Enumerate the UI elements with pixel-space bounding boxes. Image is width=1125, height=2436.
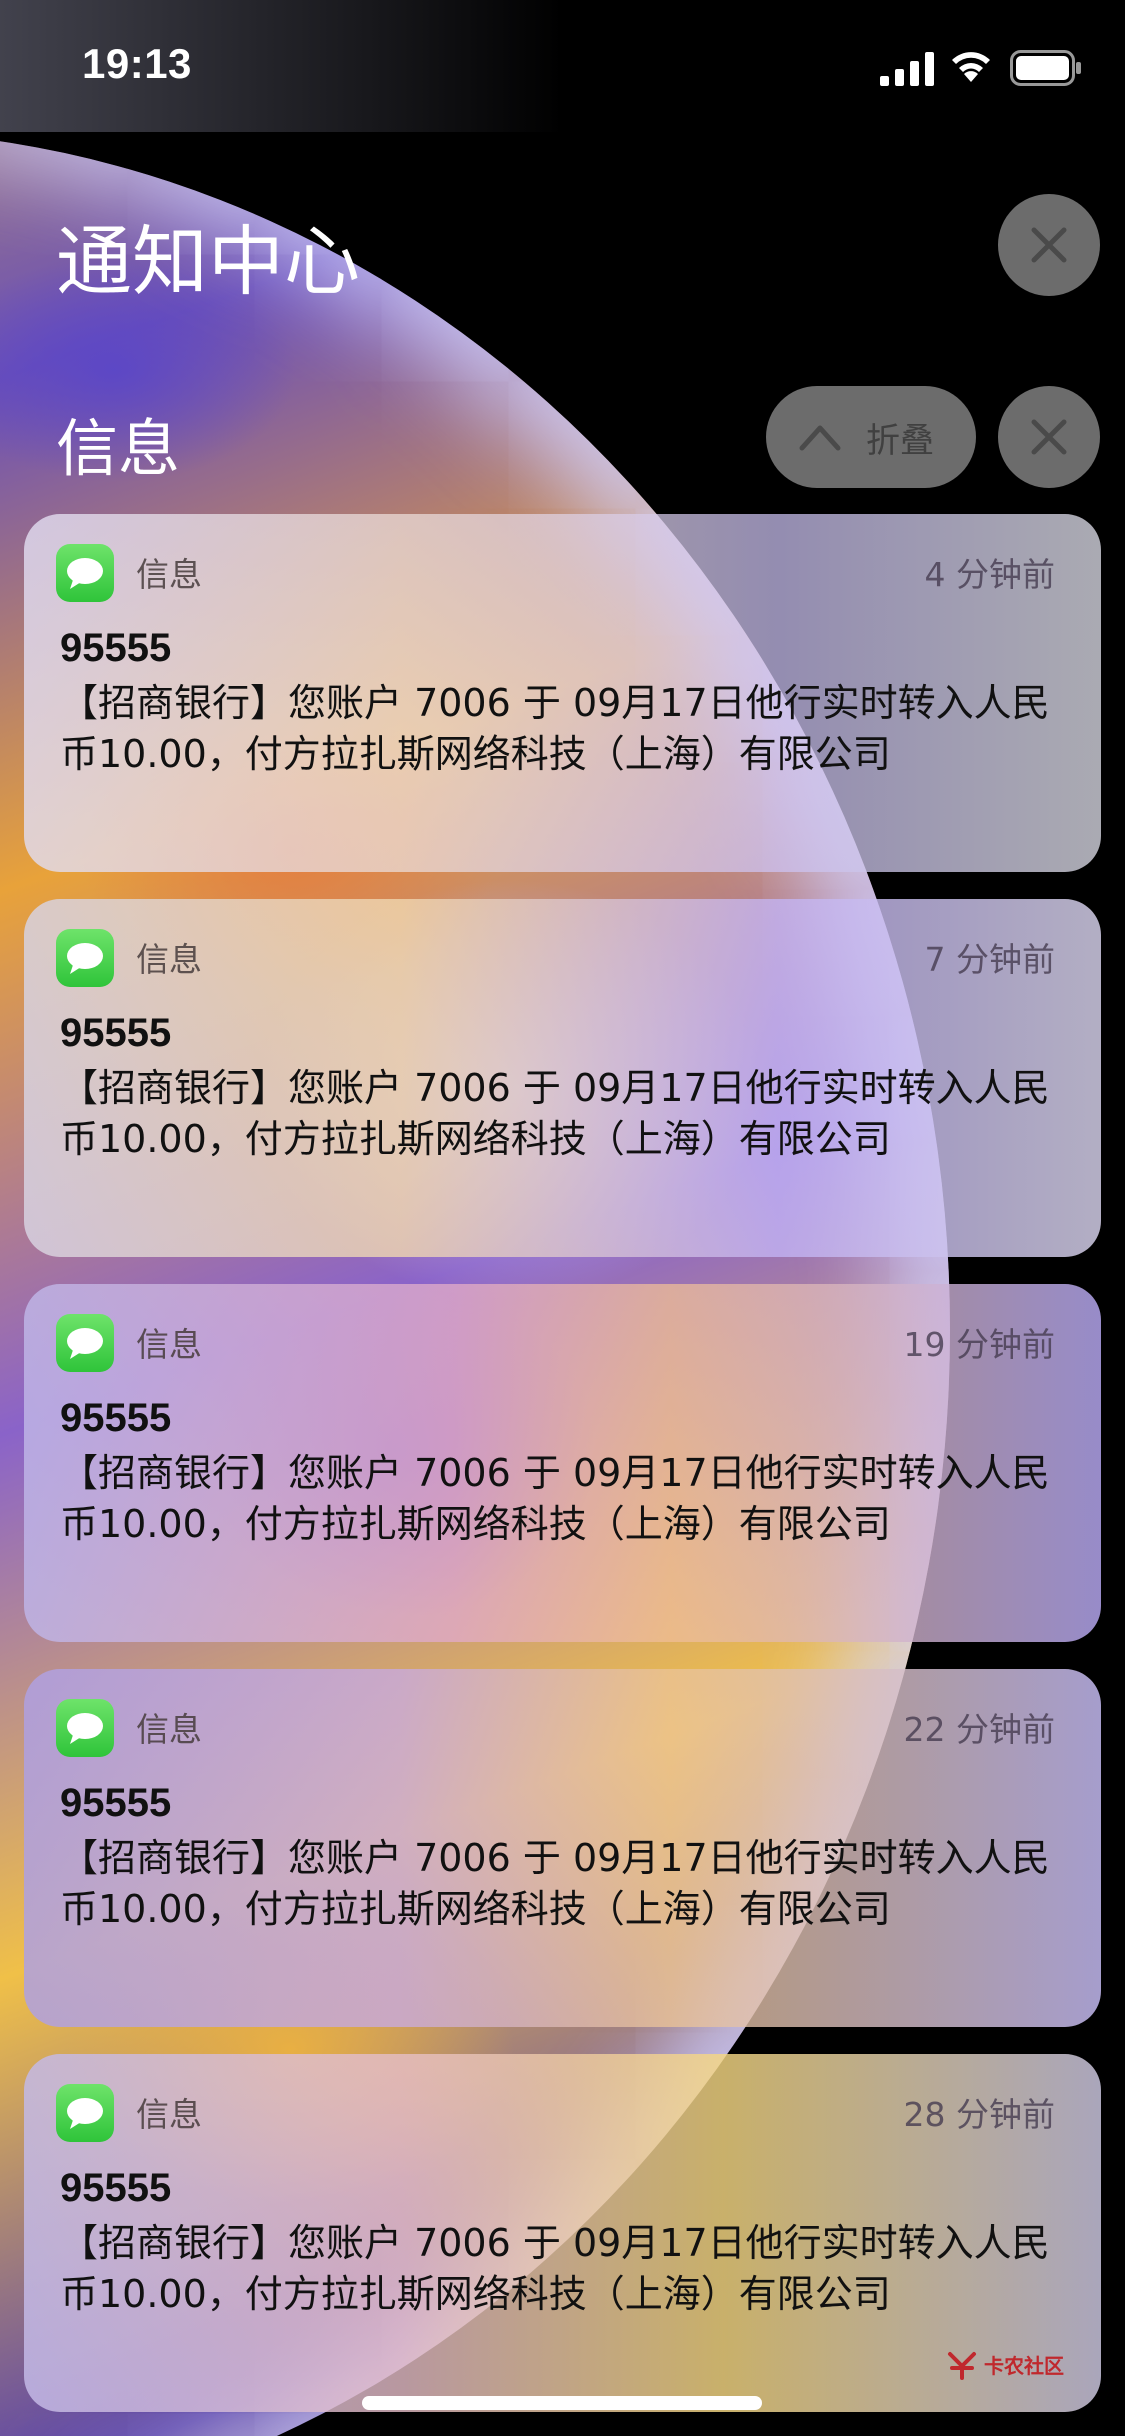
notification-sender: 95555 bbox=[60, 2166, 172, 2210]
notification-body: 【招商银行】您账户 7006 于 09月17日他行实时转入人民币10.00，付方… bbox=[60, 681, 1050, 776]
messages-app-icon bbox=[56, 929, 114, 987]
close-icon bbox=[1031, 419, 1067, 455]
speech-bubble-icon bbox=[67, 1328, 103, 1359]
wifi-icon bbox=[952, 52, 990, 82]
collapse-button[interactable]: 折叠 bbox=[766, 386, 976, 488]
speech-bubble-icon bbox=[67, 558, 103, 589]
notification-card[interactable]: 信息 19 分钟前 95555 【招商银行】您账户 7006 于 09月17日他… bbox=[24, 1284, 1101, 1642]
watermark-text: 卡农社区 bbox=[984, 2353, 1064, 2378]
notification-center-title: 通知中心 bbox=[56, 217, 360, 306]
notification-sender: 95555 bbox=[60, 1011, 172, 1055]
notification-time: 22 分钟前 bbox=[903, 1710, 1055, 1749]
notification-sender: 95555 bbox=[60, 1396, 172, 1440]
notification-sender: 95555 bbox=[60, 626, 172, 670]
collapse-label: 折叠 bbox=[866, 420, 934, 461]
battery-icon bbox=[1010, 50, 1081, 86]
clear-all-button[interactable] bbox=[998, 194, 1100, 296]
notification-time: 19 分钟前 bbox=[903, 1325, 1055, 1364]
app-name: 信息 bbox=[136, 1325, 202, 1364]
group-title: 信息 bbox=[56, 412, 181, 485]
notification-time: 4 分钟前 bbox=[924, 555, 1056, 594]
notification-card[interactable]: 信息 4 分钟前 95555 【招商银行】您账户 7006 于 09月17日他行… bbox=[24, 514, 1101, 872]
clear-group-button[interactable] bbox=[998, 386, 1100, 488]
messages-app-icon bbox=[56, 544, 114, 602]
notification-card[interactable]: 信息 7 分钟前 95555 【招商银行】您账户 7006 于 09月17日他行… bbox=[24, 899, 1101, 1257]
notification-list: 信息 4 分钟前 95555 【招商银行】您账户 7006 于 09月17日他行… bbox=[24, 514, 1101, 2436]
notification-card[interactable]: 信息 22 分钟前 95555 【招商银行】您账户 7006 于 09月17日他… bbox=[24, 1669, 1101, 2027]
notification-body: 【招商银行】您账户 7006 于 09月17日他行实时转入人民币10.00，付方… bbox=[60, 1066, 1050, 1161]
home-indicator[interactable] bbox=[362, 2396, 762, 2410]
chevron-up-icon bbox=[799, 425, 841, 451]
watermark-logo-icon bbox=[948, 2352, 976, 2380]
notification-time: 7 分钟前 bbox=[924, 940, 1056, 979]
notification-body: 【招商银行】您账户 7006 于 09月17日他行实时转入人民币10.00，付方… bbox=[60, 2221, 1050, 2316]
app-name: 信息 bbox=[136, 555, 202, 594]
status-bar: 19:13 bbox=[0, 0, 1125, 132]
watermark: 卡农社区 bbox=[944, 2344, 1074, 2384]
notification-card[interactable]: 信息 28 分钟前 95555 【招商银行】您账户 7006 于 09月17日他… bbox=[24, 2054, 1101, 2412]
messages-app-icon bbox=[56, 2084, 114, 2142]
status-time: 19:13 bbox=[82, 40, 192, 87]
app-name: 信息 bbox=[136, 2095, 202, 2134]
signal-icon bbox=[880, 52, 934, 86]
app-name: 信息 bbox=[136, 940, 202, 979]
speech-bubble-icon bbox=[67, 943, 103, 974]
messages-app-icon bbox=[56, 1699, 114, 1757]
speech-bubble-icon bbox=[67, 1713, 103, 1744]
notification-body: 【招商银行】您账户 7006 于 09月17日他行实时转入人民币10.00，付方… bbox=[60, 1836, 1050, 1931]
notification-body: 【招商银行】您账户 7006 于 09月17日他行实时转入人民币10.00，付方… bbox=[60, 1451, 1050, 1546]
speech-bubble-icon bbox=[67, 2098, 103, 2129]
app-name: 信息 bbox=[136, 1710, 202, 1749]
messages-app-icon bbox=[56, 1314, 114, 1372]
notification-time: 28 分钟前 bbox=[903, 2095, 1055, 2134]
notification-sender: 95555 bbox=[60, 1781, 172, 1825]
close-icon bbox=[1031, 227, 1067, 263]
